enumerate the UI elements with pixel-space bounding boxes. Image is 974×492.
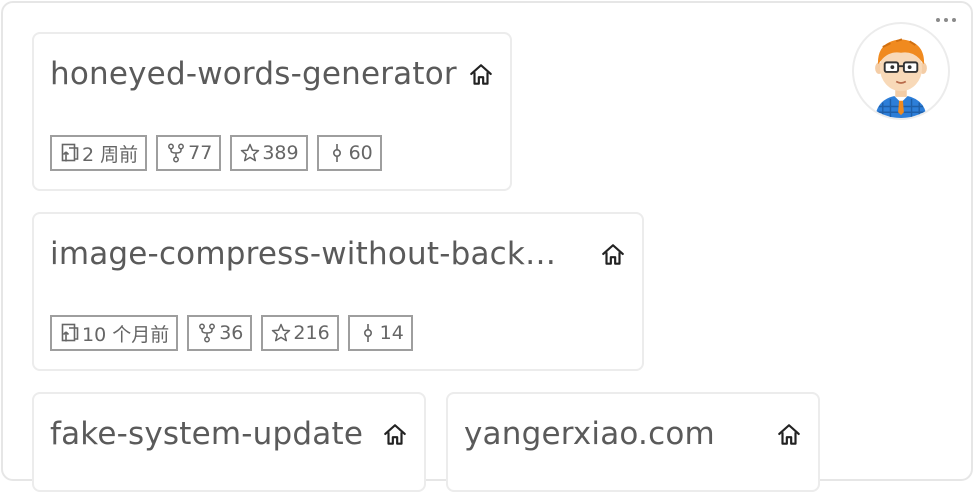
home-icon[interactable]	[776, 422, 802, 448]
forks-badge[interactable]: 77	[156, 135, 222, 171]
home-icon[interactable]	[468, 62, 494, 88]
stars-badge[interactable]: 216	[261, 315, 339, 351]
commits-badge[interactable]: 60	[316, 135, 382, 171]
commit-icon	[363, 324, 372, 342]
repo-card-yangerxiao-com[interactable]: yangerxiao.com	[446, 392, 820, 492]
forks-count: 77	[188, 142, 213, 164]
more-options-button[interactable]	[932, 13, 960, 27]
stars-count: 216	[293, 322, 330, 344]
updated-text: 10 个月前	[82, 323, 170, 346]
forks-count: 36	[219, 322, 244, 344]
updated-badge[interactable]: 10 个月前	[50, 315, 179, 351]
fork-icon	[199, 323, 216, 343]
repo-title[interactable]: honeyed-words-generator	[50, 56, 460, 92]
commits-count: 14	[379, 322, 404, 344]
star-icon	[272, 323, 291, 342]
fork-icon	[168, 143, 185, 163]
stars-count: 389	[262, 142, 299, 164]
avatar[interactable]	[852, 22, 950, 120]
updated-text: 2 周前	[82, 143, 139, 166]
star-icon	[241, 143, 260, 162]
home-icon[interactable]	[382, 422, 408, 448]
avatar-illustration	[875, 38, 927, 118]
commit-icon	[332, 144, 341, 162]
home-icon[interactable]	[600, 242, 626, 268]
repo-title[interactable]: yangerxiao.com	[464, 416, 764, 452]
repo-card-fake-system-update[interactable]: fake-system-update	[32, 392, 426, 492]
stars-badge[interactable]: 389	[230, 135, 308, 171]
more-dots-icon	[936, 18, 940, 22]
repo-title[interactable]: fake-system-update	[50, 416, 380, 452]
repo-upload-icon	[61, 323, 79, 342]
repo-card-honeyed-words-generator[interactable]: honeyed-words-generator 2 周前 77 389 60	[32, 32, 512, 191]
repo-title[interactable]: image-compress-without-back…	[50, 236, 580, 272]
forks-badge[interactable]: 36	[187, 315, 253, 351]
updated-badge[interactable]: 2 周前	[50, 135, 148, 171]
repo-card-image-compress[interactable]: image-compress-without-back… 10 个月前 36 2…	[32, 212, 644, 371]
repo-upload-icon	[61, 143, 79, 162]
commits-badge[interactable]: 14	[347, 315, 413, 351]
commits-count: 60	[348, 142, 373, 164]
